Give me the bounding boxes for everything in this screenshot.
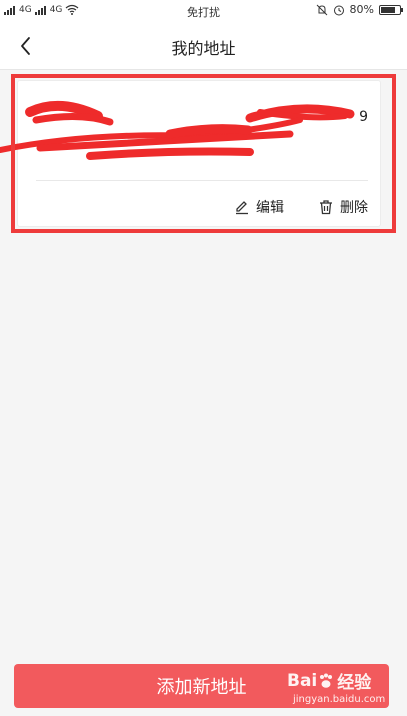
alarm-icon: [333, 5, 344, 15]
battery-percent: 80%: [349, 3, 374, 16]
status-right: 80%: [316, 3, 403, 16]
battery-icon: [379, 4, 403, 15]
navigation-bar: 我的地址: [0, 22, 407, 70]
silent-bell-icon: [316, 4, 327, 15]
highlight-frame: [11, 74, 396, 233]
add-address-label: 添加新地址: [156, 677, 247, 698]
add-address-button[interactable]: 添加新地址: [14, 664, 389, 708]
page-title: 我的地址: [171, 39, 236, 58]
status-bar: 4G 4G 免打扰 80%: [0, 0, 407, 22]
